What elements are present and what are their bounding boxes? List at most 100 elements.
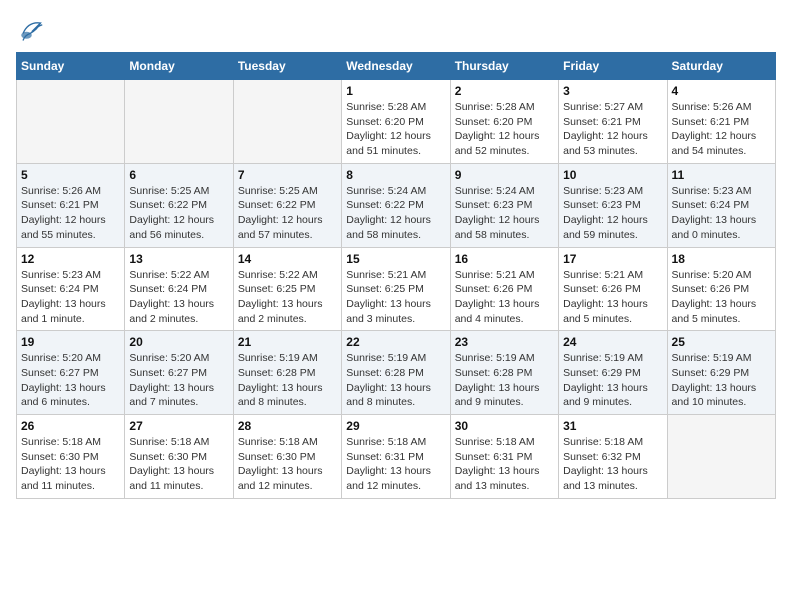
day-info: Sunrise: 5:18 AM Sunset: 6:30 PM Dayligh… (238, 435, 337, 494)
calendar-cell: 7 Sunrise: 5:25 AM Sunset: 6:22 PM Daylig… (233, 163, 341, 247)
day-number: 27 (129, 419, 228, 433)
calendar-cell: 27 Sunrise: 5:18 AM Sunset: 6:30 PM Dayli… (125, 415, 233, 499)
day-info: Sunrise: 5:27 AM Sunset: 6:21 PM Dayligh… (563, 100, 662, 159)
day-info: Sunrise: 5:24 AM Sunset: 6:23 PM Dayligh… (455, 184, 554, 243)
calendar-cell: 19 Sunrise: 5:20 AM Sunset: 6:27 PM Dayli… (17, 331, 125, 415)
day-info: Sunrise: 5:19 AM Sunset: 6:28 PM Dayligh… (238, 351, 337, 410)
logo-icon (16, 16, 44, 44)
day-info: Sunrise: 5:18 AM Sunset: 6:32 PM Dayligh… (563, 435, 662, 494)
day-number: 11 (672, 168, 771, 182)
day-info: Sunrise: 5:21 AM Sunset: 6:26 PM Dayligh… (455, 268, 554, 327)
calendar-cell: 25Sunrise: 5:19 AM Sunset: 6:29 PM Dayli… (667, 331, 775, 415)
calendar-cell: 20 Sunrise: 5:20 AM Sunset: 6:27 PM Dayli… (125, 331, 233, 415)
logo (16, 16, 48, 44)
day-info: Sunrise: 5:20 AM Sunset: 6:26 PM Dayligh… (672, 268, 771, 327)
calendar-cell: 23 Sunrise: 5:19 AM Sunset: 6:28 PM Dayli… (450, 331, 558, 415)
calendar-cell: 28Sunrise: 5:18 AM Sunset: 6:30 PM Dayli… (233, 415, 341, 499)
day-info: Sunrise: 5:20 AM Sunset: 6:27 PM Dayligh… (21, 351, 120, 410)
calendar-cell: 12Sunrise: 5:23 AM Sunset: 6:24 PM Dayli… (17, 247, 125, 331)
day-info: Sunrise: 5:19 AM Sunset: 6:28 PM Dayligh… (455, 351, 554, 410)
day-number: 14 (238, 252, 337, 266)
day-info: Sunrise: 5:20 AM Sunset: 6:27 PM Dayligh… (129, 351, 228, 410)
calendar-cell: 14 Sunrise: 5:22 AM Sunset: 6:25 PM Dayli… (233, 247, 341, 331)
day-info: Sunrise: 5:19 AM Sunset: 6:29 PM Dayligh… (563, 351, 662, 410)
day-number: 17 (563, 252, 662, 266)
column-header-monday: Monday (125, 53, 233, 80)
day-info: Sunrise: 5:18 AM Sunset: 6:30 PM Dayligh… (129, 435, 228, 494)
calendar-week-row: 26Sunrise: 5:18 AM Sunset: 6:30 PM Dayli… (17, 415, 776, 499)
calendar-cell: 21 Sunrise: 5:19 AM Sunset: 6:28 PM Dayli… (233, 331, 341, 415)
day-info: Sunrise: 5:19 AM Sunset: 6:28 PM Dayligh… (346, 351, 445, 410)
day-number: 29 (346, 419, 445, 433)
day-info: Sunrise: 5:26 AM Sunset: 6:21 PM Dayligh… (672, 100, 771, 159)
calendar-cell: 26Sunrise: 5:18 AM Sunset: 6:30 PM Dayli… (17, 415, 125, 499)
day-number: 9 (455, 168, 554, 182)
calendar-week-row: 1 Sunrise: 5:28 AM Sunset: 6:20 PM Daylig… (17, 80, 776, 164)
calendar-cell: 1 Sunrise: 5:28 AM Sunset: 6:20 PM Daylig… (342, 80, 450, 164)
day-info: Sunrise: 5:21 AM Sunset: 6:26 PM Dayligh… (563, 268, 662, 327)
calendar-cell: 22 Sunrise: 5:19 AM Sunset: 6:28 PM Dayli… (342, 331, 450, 415)
day-number: 1 (346, 84, 445, 98)
column-header-thursday: Thursday (450, 53, 558, 80)
day-number: 23 (455, 335, 554, 349)
day-number: 5 (21, 168, 120, 182)
day-info: Sunrise: 5:18 AM Sunset: 6:31 PM Dayligh… (455, 435, 554, 494)
calendar-cell: 29 Sunrise: 5:18 AM Sunset: 6:31 PM Dayli… (342, 415, 450, 499)
calendar-cell: 31 Sunrise: 5:18 AM Sunset: 6:32 PM Dayli… (559, 415, 667, 499)
calendar-cell: 30 Sunrise: 5:18 AM Sunset: 6:31 PM Dayli… (450, 415, 558, 499)
calendar-cell: 15Sunrise: 5:21 AM Sunset: 6:25 PM Dayli… (342, 247, 450, 331)
calendar-cell: 8Sunrise: 5:24 AM Sunset: 6:22 PM Daylig… (342, 163, 450, 247)
calendar-cell (17, 80, 125, 164)
day-number: 6 (129, 168, 228, 182)
calendar-cell: 13 Sunrise: 5:22 AM Sunset: 6:24 PM Dayli… (125, 247, 233, 331)
page-header (16, 16, 776, 44)
calendar-cell (667, 415, 775, 499)
day-number: 24 (563, 335, 662, 349)
column-header-friday: Friday (559, 53, 667, 80)
day-number: 20 (129, 335, 228, 349)
day-number: 18 (672, 252, 771, 266)
calendar-cell (233, 80, 341, 164)
calendar-cell: 16Sunrise: 5:21 AM Sunset: 6:26 PM Dayli… (450, 247, 558, 331)
day-number: 22 (346, 335, 445, 349)
column-header-wednesday: Wednesday (342, 53, 450, 80)
calendar-cell: 10Sunrise: 5:23 AM Sunset: 6:23 PM Dayli… (559, 163, 667, 247)
day-number: 15 (346, 252, 445, 266)
calendar-cell (125, 80, 233, 164)
calendar-cell: 18 Sunrise: 5:20 AM Sunset: 6:26 PM Dayli… (667, 247, 775, 331)
day-number: 2 (455, 84, 554, 98)
calendar-cell: 5 Sunrise: 5:26 AM Sunset: 6:21 PM Daylig… (17, 163, 125, 247)
day-number: 19 (21, 335, 120, 349)
day-number: 13 (129, 252, 228, 266)
day-info: Sunrise: 5:25 AM Sunset: 6:22 PM Dayligh… (238, 184, 337, 243)
column-header-sunday: Sunday (17, 53, 125, 80)
calendar-cell: 4 Sunrise: 5:26 AM Sunset: 6:21 PM Daylig… (667, 80, 775, 164)
day-info: Sunrise: 5:23 AM Sunset: 6:23 PM Dayligh… (563, 184, 662, 243)
day-number: 4 (672, 84, 771, 98)
day-info: Sunrise: 5:23 AM Sunset: 6:24 PM Dayligh… (672, 184, 771, 243)
day-info: Sunrise: 5:18 AM Sunset: 6:31 PM Dayligh… (346, 435, 445, 494)
day-number: 25 (672, 335, 771, 349)
calendar-week-row: 5 Sunrise: 5:26 AM Sunset: 6:21 PM Daylig… (17, 163, 776, 247)
day-info: Sunrise: 5:22 AM Sunset: 6:25 PM Dayligh… (238, 268, 337, 327)
column-header-saturday: Saturday (667, 53, 775, 80)
calendar-week-row: 12Sunrise: 5:23 AM Sunset: 6:24 PM Dayli… (17, 247, 776, 331)
calendar-cell: 9 Sunrise: 5:24 AM Sunset: 6:23 PM Daylig… (450, 163, 558, 247)
day-info: Sunrise: 5:23 AM Sunset: 6:24 PM Dayligh… (21, 268, 120, 327)
calendar-cell: 24 Sunrise: 5:19 AM Sunset: 6:29 PM Dayli… (559, 331, 667, 415)
day-info: Sunrise: 5:28 AM Sunset: 6:20 PM Dayligh… (455, 100, 554, 159)
day-info: Sunrise: 5:18 AM Sunset: 6:30 PM Dayligh… (21, 435, 120, 494)
day-number: 31 (563, 419, 662, 433)
day-info: Sunrise: 5:25 AM Sunset: 6:22 PM Dayligh… (129, 184, 228, 243)
day-number: 8 (346, 168, 445, 182)
day-number: 7 (238, 168, 337, 182)
day-info: Sunrise: 5:22 AM Sunset: 6:24 PM Dayligh… (129, 268, 228, 327)
day-info: Sunrise: 5:28 AM Sunset: 6:20 PM Dayligh… (346, 100, 445, 159)
calendar-week-row: 19 Sunrise: 5:20 AM Sunset: 6:27 PM Dayli… (17, 331, 776, 415)
day-number: 21 (238, 335, 337, 349)
day-number: 3 (563, 84, 662, 98)
day-number: 30 (455, 419, 554, 433)
day-info: Sunrise: 5:26 AM Sunset: 6:21 PM Dayligh… (21, 184, 120, 243)
column-header-tuesday: Tuesday (233, 53, 341, 80)
calendar-cell: 11 Sunrise: 5:23 AM Sunset: 6:24 PM Dayli… (667, 163, 775, 247)
